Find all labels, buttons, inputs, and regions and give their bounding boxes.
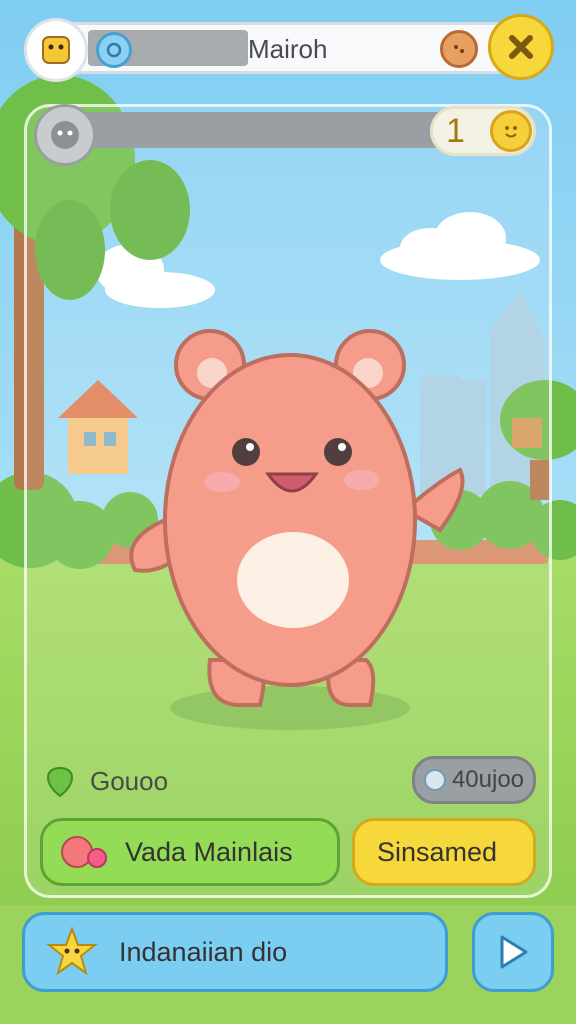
primary-action-button[interactable]: Vada Mainlais <box>40 818 340 886</box>
count-value: 1 <box>446 112 465 150</box>
currency-pill: 40ujoo <box>412 756 536 804</box>
currency-value: 40ujoo <box>451 766 525 793</box>
smiley-coin-icon <box>490 110 532 152</box>
play-icon <box>500 935 528 969</box>
refresh-icon[interactable] <box>96 32 132 68</box>
info-label: Gouoo <box>90 766 169 796</box>
star-mascot-icon <box>46 926 98 976</box>
bottom-message-bar[interactable]: Indanaiian dio <box>22 912 448 992</box>
primary-action-label: Vada Mainlais <box>125 836 293 867</box>
mascot-avatar-icon[interactable] <box>34 104 96 166</box>
energy-bar <box>64 112 444 148</box>
secondary-action-button[interactable]: Sinsamed <box>352 818 536 886</box>
flower-icon <box>61 836 107 868</box>
bottom-message-label: Indanaiian dio <box>119 936 288 967</box>
heart-leaf-icon <box>40 760 80 800</box>
player-name: Mairoh <box>248 34 328 64</box>
play-button[interactable] <box>472 912 554 992</box>
cookie-icon[interactable] <box>440 30 478 68</box>
puzzle-icon[interactable] <box>24 18 88 82</box>
secondary-action-label: Sinsamed <box>377 836 498 867</box>
key-icon <box>423 769 446 791</box>
close-icon[interactable] <box>488 14 554 80</box>
